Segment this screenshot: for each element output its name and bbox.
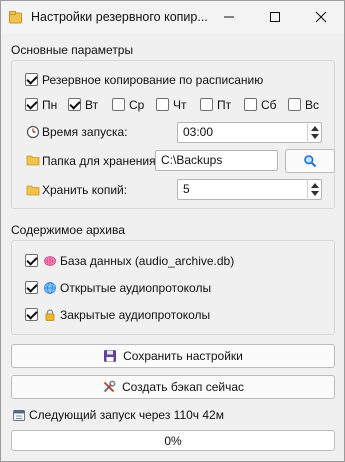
day-fri-checkbox[interactable]: [200, 98, 213, 111]
spin-down-icon[interactable]: [311, 191, 319, 196]
storage-folder-label: Папка для хранения:: [42, 154, 159, 168]
close-icon: [315, 11, 327, 23]
clock-icon: [26, 125, 40, 139]
day-sat-label: Сб: [261, 98, 277, 112]
minimize-icon: [224, 16, 234, 18]
keep-copies-label: Хранить копий:: [42, 183, 128, 197]
tools-icon: [103, 380, 116, 393]
day-tue-label: Вт: [85, 98, 99, 112]
search-icon: [304, 155, 317, 168]
schedule-backup-checkbox[interactable]: [25, 73, 38, 86]
brain-icon: [44, 256, 56, 266]
title-bar[interactable]: Настройки резервного копир...: [1, 1, 344, 33]
start-time-value: 03:00: [183, 125, 214, 139]
floppy-disk-icon: [104, 350, 117, 362]
spin-up-icon[interactable]: [311, 183, 319, 188]
archive-db-checkbox[interactable]: [25, 254, 38, 267]
backup-now-label: Создать бэкап сейчас: [121, 380, 245, 394]
day-thu-label: Чт: [173, 98, 187, 112]
main-params-title: Основные параметры: [11, 43, 134, 57]
day-sat-checkbox[interactable]: [244, 98, 257, 111]
save-settings-button[interactable]: Сохранить настройки: [11, 344, 335, 368]
close-button[interactable]: [299, 1, 343, 33]
window-title: Настройки резервного копир...: [31, 10, 208, 24]
lock-icon: [45, 309, 55, 321]
archive-open-label: Открытые аудиопротоколы: [60, 281, 212, 295]
keep-copies-input[interactable]: 5: [177, 179, 322, 200]
globe-icon: [44, 282, 56, 294]
keep-copies-value: 5: [183, 182, 190, 196]
day-wed-label: Ср: [129, 98, 145, 112]
backup-progress-bar: 0%: [11, 430, 335, 451]
day-sun-label: Вс: [305, 98, 320, 112]
archive-open-checkbox[interactable]: [25, 281, 38, 294]
minimize-button[interactable]: [207, 1, 251, 33]
day-tue-checkbox[interactable]: [68, 98, 81, 111]
archive-closed-checkbox[interactable]: [25, 308, 38, 321]
folder-icon: [26, 185, 40, 196]
day-thu-checkbox[interactable]: [156, 98, 169, 111]
archive-db-label: База данных (audio_archive.db): [60, 254, 235, 268]
day-sun-checkbox[interactable]: [288, 98, 301, 111]
calendar-icon: [13, 410, 25, 421]
day-mon-label: Пн: [42, 98, 58, 112]
browse-folder-button[interactable]: [285, 149, 335, 173]
app-icon: [9, 11, 22, 24]
day-fri-label: Пт: [217, 98, 232, 112]
next-run-status: Следующий запуск через 110ч 42м: [29, 408, 224, 422]
maximize-icon: [270, 12, 280, 22]
spin-up-icon[interactable]: [311, 126, 319, 131]
spin-down-icon[interactable]: [311, 134, 319, 139]
settings-window: Настройки резервного копир... Основные п…: [0, 0, 345, 462]
storage-folder-value: C:\Backups: [161, 153, 223, 167]
schedule-backup-label: Резервное копирование по расписанию: [42, 73, 264, 87]
archive-contents-title: Содержимое архива: [11, 223, 125, 237]
folder-icon: [26, 155, 40, 166]
start-time-input[interactable]: 03:00: [177, 122, 322, 143]
start-time-label: Время запуска:: [42, 125, 128, 139]
keep-copies-spinner[interactable]: [307, 179, 321, 200]
backup-now-button[interactable]: Создать бэкап сейчас: [11, 375, 335, 399]
save-settings-label: Сохранить настройки: [123, 349, 243, 363]
day-mon-checkbox[interactable]: [25, 98, 38, 111]
archive-closed-label: Закрытые аудиопротоколы: [60, 308, 211, 322]
start-time-spinner[interactable]: [307, 122, 321, 143]
day-wed-checkbox[interactable]: [112, 98, 125, 111]
maximize-button[interactable]: [253, 1, 297, 33]
progress-text: 0%: [164, 433, 182, 448]
storage-folder-input[interactable]: C:\Backups: [155, 150, 278, 171]
